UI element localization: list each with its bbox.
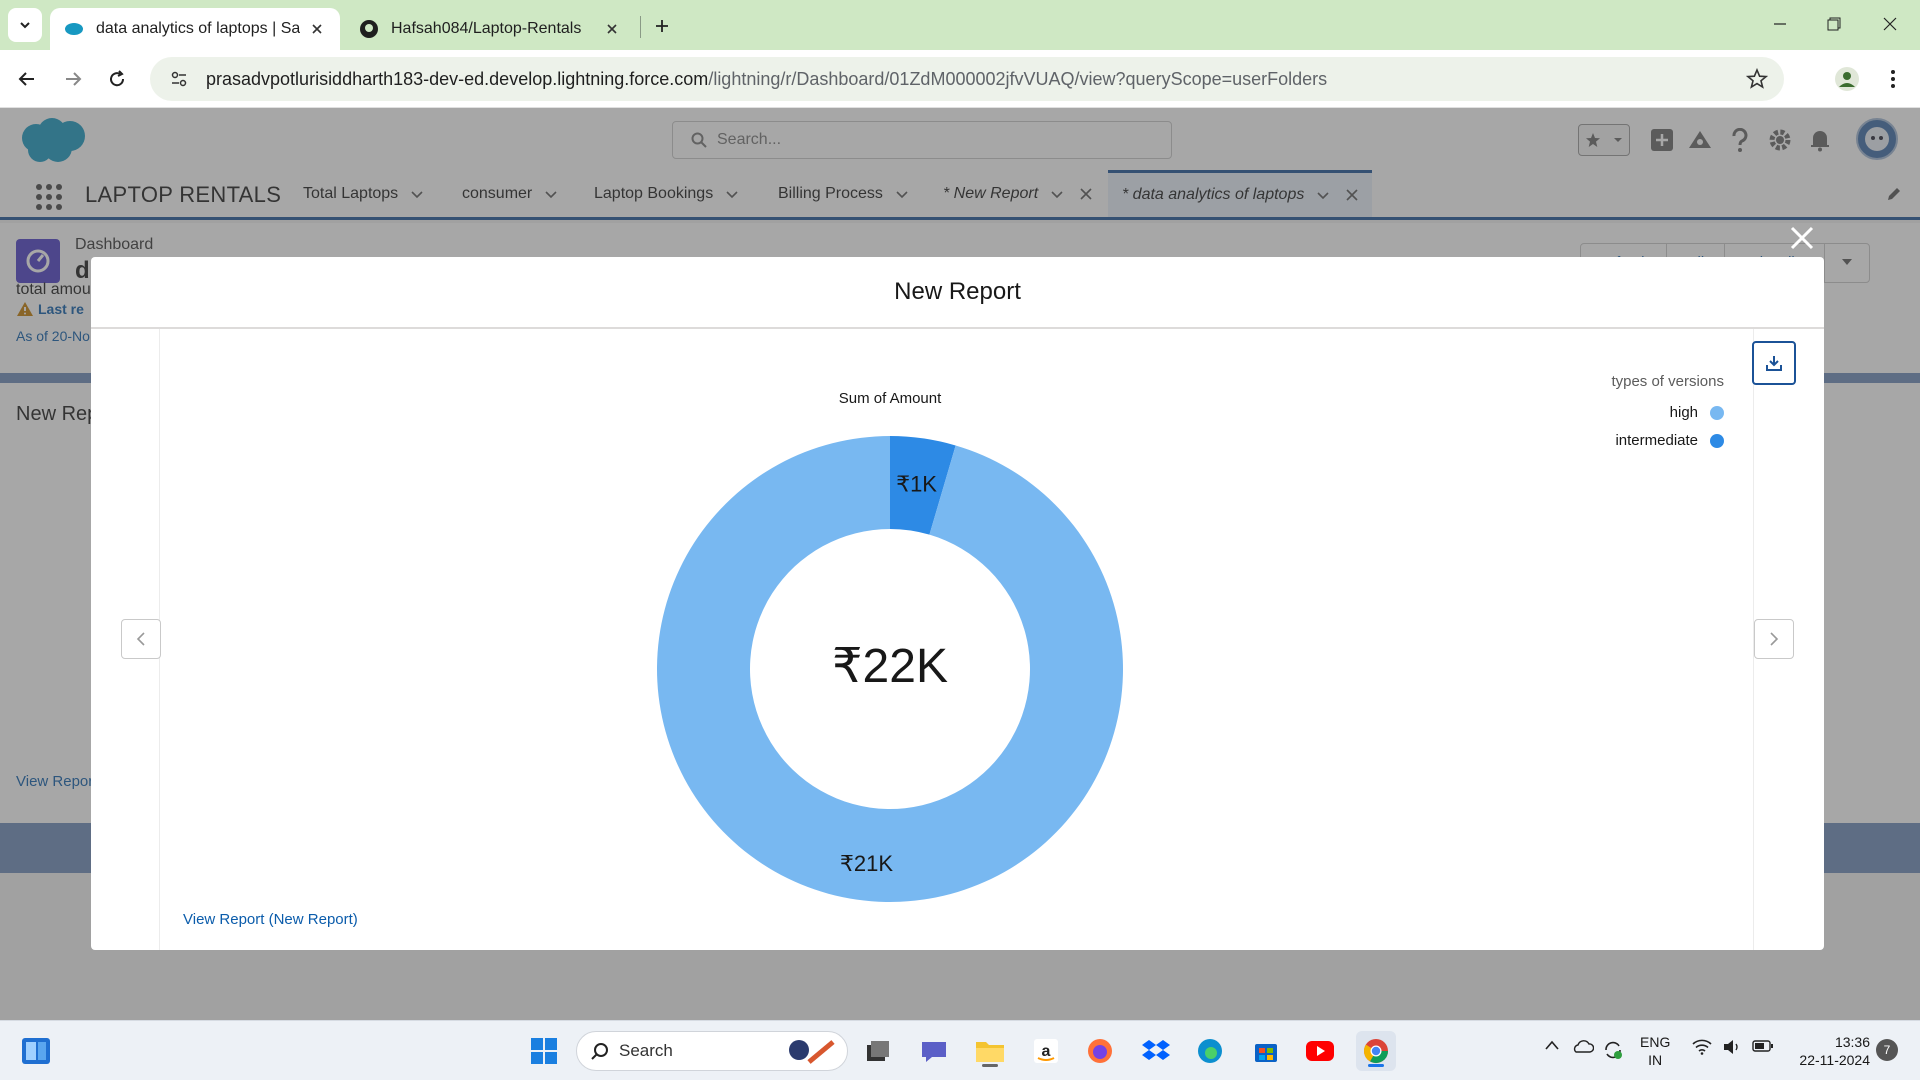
- modal-close-button[interactable]: [1786, 222, 1818, 254]
- url-bar[interactable]: prasadvpotlurisiddharth183-dev-ed.develo…: [150, 57, 1784, 101]
- tab-title: Hafsah084/Laptop-Rentals: [391, 20, 582, 37]
- language-code: ENG: [1640, 1034, 1671, 1050]
- chart-title: Sum of Amount: [839, 390, 942, 407]
- url-path: /lightning/r/Dashboard/01ZdM000002jfvVUA…: [708, 68, 1328, 89]
- clock-time: 13:36: [1834, 1034, 1870, 1050]
- view-report-link[interactable]: View Report (New Report): [183, 911, 358, 928]
- donut-data-label-high: ₹21K: [840, 851, 893, 876]
- chart-center-total: ₹22K: [832, 640, 948, 693]
- github-icon: [359, 19, 379, 39]
- dropbox-icon[interactable]: [1136, 1031, 1176, 1071]
- svg-text:a: a: [1042, 1043, 1051, 1060]
- file-explorer-icon[interactable]: [970, 1031, 1010, 1071]
- taskbar-search-input[interactable]: Search: [576, 1031, 848, 1071]
- browser-menu-button[interactable]: [1876, 62, 1910, 96]
- edge-icon[interactable]: [1190, 1031, 1230, 1071]
- browser-tab[interactable]: Hafsah084/Laptop-Rentals: [345, 8, 635, 50]
- restore-button[interactable]: [1806, 0, 1862, 48]
- chevron-down-icon: [20, 22, 30, 29]
- battery-icon[interactable]: [1752, 1039, 1774, 1053]
- task-view-icon[interactable]: [858, 1031, 898, 1071]
- arrow-right-icon: [66, 72, 82, 86]
- modal-title: New Report: [894, 278, 1021, 305]
- close-tab-icon[interactable]: [308, 20, 326, 38]
- start-button[interactable]: [524, 1031, 564, 1071]
- region-code: IN: [1648, 1052, 1663, 1068]
- minimize-icon: [1774, 23, 1786, 25]
- report-modal: New Report Sum of Amount ₹1K ₹21K ₹22K ty…: [91, 257, 1824, 950]
- salesforce-cloud-icon: [64, 19, 84, 39]
- modal-body: Sum of Amount ₹1K ₹21K ₹22K types of vers…: [91, 329, 1824, 950]
- teams-chat-icon[interactable]: [914, 1031, 954, 1071]
- taskbar-search-placeholder: Search: [619, 1041, 673, 1060]
- bookmark-star-icon[interactable]: [1745, 67, 1769, 95]
- running-indicator: [982, 1064, 998, 1067]
- donut-data-label-intermediate: ₹1K: [896, 471, 937, 496]
- wifi-icon[interactable]: [1692, 1039, 1712, 1055]
- chrome-icon[interactable]: [1356, 1031, 1396, 1071]
- tab-search-button[interactable]: [8, 8, 42, 42]
- new-tab-button[interactable]: [648, 12, 676, 40]
- reload-button[interactable]: [100, 62, 134, 96]
- amazon-icon[interactable]: a: [1026, 1031, 1066, 1071]
- sync-icon[interactable]: [1602, 1039, 1624, 1061]
- browser-address-bar: prasadvpotlurisiddharth183-dev-ed.develo…: [0, 50, 1920, 108]
- forward-button[interactable]: [56, 62, 90, 96]
- windows-taskbar: Search a ENG IN 13:36 22-11-2024 7: [0, 1020, 1920, 1080]
- browser-tab-bar: data analytics of laptops | Sales Hafsah…: [0, 0, 1920, 50]
- minimize-button[interactable]: [1752, 0, 1808, 48]
- profile-button[interactable]: [1830, 62, 1864, 96]
- chevron-up-icon: [1545, 1040, 1559, 1050]
- taskbar-clock[interactable]: 13:36 22-11-2024: [1790, 1033, 1870, 1069]
- notification-count-badge[interactable]: 7: [1876, 1039, 1898, 1061]
- plus-icon: [656, 20, 668, 32]
- back-button[interactable]: [10, 62, 44, 96]
- legend-label: high: [1669, 404, 1698, 421]
- onedrive-icon[interactable]: [1572, 1039, 1594, 1053]
- donut-chart: Sum of Amount ₹1K ₹21K ₹22K: [656, 390, 1123, 902]
- arrow-left-icon: [18, 72, 34, 86]
- volume-icon[interactable]: [1722, 1039, 1742, 1055]
- url-host: prasadvpotlurisiddharth183-dev-ed.develo…: [206, 68, 709, 89]
- close-tab-icon[interactable]: [603, 20, 621, 38]
- close-window-button[interactable]: [1862, 0, 1918, 48]
- legend-item-high[interactable]: high: [1611, 404, 1724, 421]
- legend-title: types of versions: [1611, 373, 1724, 390]
- windows-logo-icon: [531, 1038, 557, 1064]
- clock-date: 22-11-2024: [1799, 1052, 1870, 1068]
- tab-title: data analytics of laptops | Sales: [96, 20, 300, 37]
- close-icon: [1883, 17, 1897, 31]
- running-indicator: [1368, 1064, 1384, 1067]
- tab-divider: [640, 16, 641, 38]
- legend-label: intermediate: [1615, 432, 1698, 449]
- modal-header: New Report: [91, 257, 1824, 329]
- chart-legend: types of versions high intermediate: [1611, 373, 1724, 460]
- more-vertical-icon: [1891, 70, 1895, 88]
- url-text: prasadvpotlurisiddharth183-dev-ed.develo…: [206, 69, 1327, 90]
- legend-item-intermediate[interactable]: intermediate: [1611, 432, 1724, 449]
- profile-icon: [1835, 67, 1859, 91]
- site-settings-icon[interactable]: [164, 70, 194, 88]
- reload-icon: [110, 70, 125, 87]
- close-icon: [1790, 226, 1814, 250]
- legend-swatch: [1710, 433, 1724, 448]
- restore-icon: [1827, 17, 1841, 31]
- language-indicator[interactable]: ENG IN: [1640, 1033, 1670, 1069]
- firefox-icon[interactable]: [1080, 1031, 1120, 1071]
- search-icon: [591, 1042, 609, 1060]
- show-hidden-icons-button[interactable]: [1544, 1039, 1560, 1051]
- cricket-search-highlight-icon: [783, 1036, 837, 1073]
- microsoft-store-icon[interactable]: [1246, 1031, 1286, 1071]
- legend-swatch: [1710, 405, 1724, 420]
- widgets-icon[interactable]: [16, 1031, 56, 1071]
- browser-tab-active[interactable]: data analytics of laptops | Sales: [50, 8, 340, 50]
- youtube-icon[interactable]: [1300, 1031, 1340, 1071]
